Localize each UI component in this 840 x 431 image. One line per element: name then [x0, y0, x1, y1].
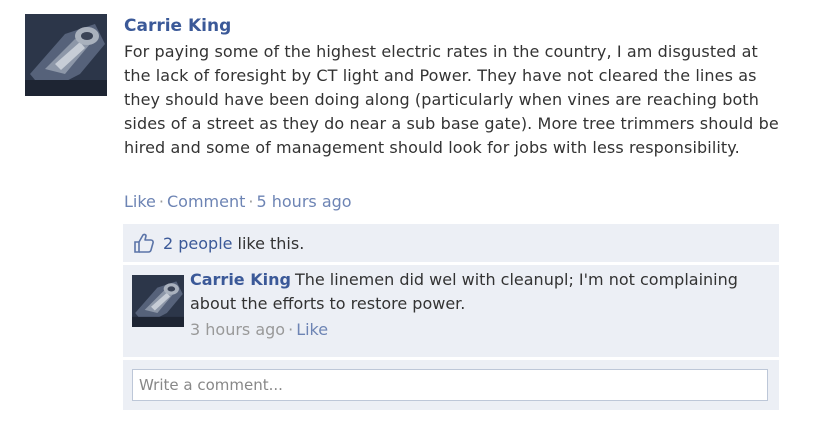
post-timestamp[interactable]: 5 hours ago	[256, 192, 351, 211]
comment-link[interactable]: Comment	[167, 192, 245, 211]
write-comment-row	[123, 360, 779, 410]
thumbs-up-icon	[133, 232, 155, 254]
write-comment-input[interactable]	[132, 369, 768, 401]
separator: ·	[288, 320, 294, 339]
comment-like-link[interactable]: Like	[296, 320, 328, 339]
comment-author[interactable]: Carrie King	[190, 270, 291, 289]
comment-body: Carrie King The linemen did wel with clea…	[190, 268, 760, 316]
comment-meta: 3 hours ago · Like	[190, 318, 328, 342]
comment-avatar[interactable]	[132, 275, 184, 327]
post-author[interactable]: Carrie King	[124, 14, 784, 38]
likes-suffix: like this.	[237, 233, 305, 253]
separator: ·	[248, 192, 254, 211]
post-text: For paying some of the highest electric …	[124, 42, 779, 157]
author-avatar[interactable]	[25, 14, 107, 96]
avatar-image	[132, 275, 184, 327]
separator: ·	[158, 192, 164, 211]
likes-summary: 2 people like this.	[123, 224, 779, 262]
likers-link[interactable]: 2 people	[163, 234, 233, 253]
comment-timestamp[interactable]: 3 hours ago	[190, 320, 285, 339]
feedback-panel: 2 people like this. Carrie King The linem…	[123, 224, 779, 410]
post-body: Carrie King For paying some of the highe…	[124, 14, 784, 160]
like-link[interactable]: Like	[124, 192, 156, 211]
avatar-image	[25, 14, 107, 96]
post-actions: Like · Comment · 5 hours ago	[124, 190, 352, 214]
comment-item: Carrie King The linemen did wel with clea…	[123, 265, 779, 357]
